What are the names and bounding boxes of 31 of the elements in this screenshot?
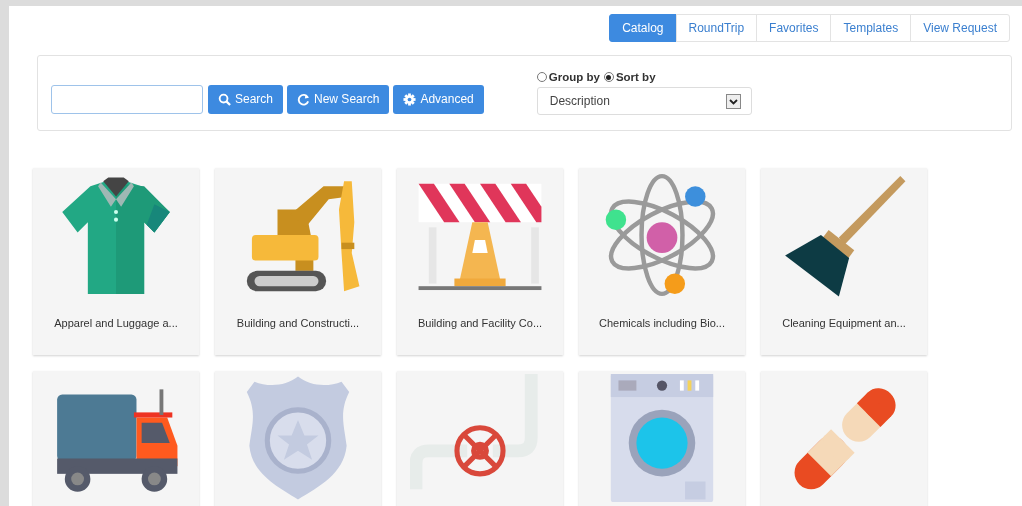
dropdown-value: Description <box>549 94 610 108</box>
radio-label: Sort by <box>615 71 656 83</box>
refresh-icon <box>297 92 311 106</box>
new-search-button[interactable]: New Search <box>287 84 390 114</box>
category-card[interactable]: Cleaning Equipment an... <box>761 168 927 355</box>
search-field[interactable] <box>51 84 203 114</box>
category-label: Building and Constructi... <box>236 317 360 329</box>
category-label: Apparel and Luggage a... <box>54 317 178 329</box>
tab[interactable]: RoundTrip <box>675 14 758 42</box>
search-button[interactable]: Search <box>208 84 284 114</box>
advanced-button[interactable]: Advanced <box>393 84 484 114</box>
category-card[interactable]: Apparel and Luggage a... <box>33 168 199 355</box>
tab[interactable]: Templates <box>830 14 912 42</box>
tab[interactable]: Catalog <box>609 14 677 42</box>
category-card[interactable] <box>397 371 563 506</box>
category-card[interactable]: Building and Constructi... <box>215 168 381 355</box>
tab[interactable]: View Request <box>910 14 1010 42</box>
category-card[interactable] <box>761 371 927 506</box>
radio-option[interactable]: Sort by <box>603 71 656 83</box>
radio-option[interactable]: Group by <box>536 71 600 83</box>
category-label: Cleaning Equipment an... <box>782 317 906 329</box>
category-label: Building and Facility Co... <box>417 317 543 329</box>
sort-dropdown[interactable]: Description <box>536 87 752 115</box>
category-card[interactable]: Building and Facility Co... <box>397 168 563 355</box>
gear-icon <box>403 92 417 106</box>
radio-label: Group by <box>548 71 600 83</box>
category-label: Chemicals including Bio... <box>599 317 725 329</box>
category-card[interactable] <box>33 371 199 506</box>
search-icon <box>218 92 231 106</box>
tab[interactable]: Favorites <box>756 14 832 42</box>
category-card[interactable]: Chemicals including Bio... <box>579 168 745 355</box>
